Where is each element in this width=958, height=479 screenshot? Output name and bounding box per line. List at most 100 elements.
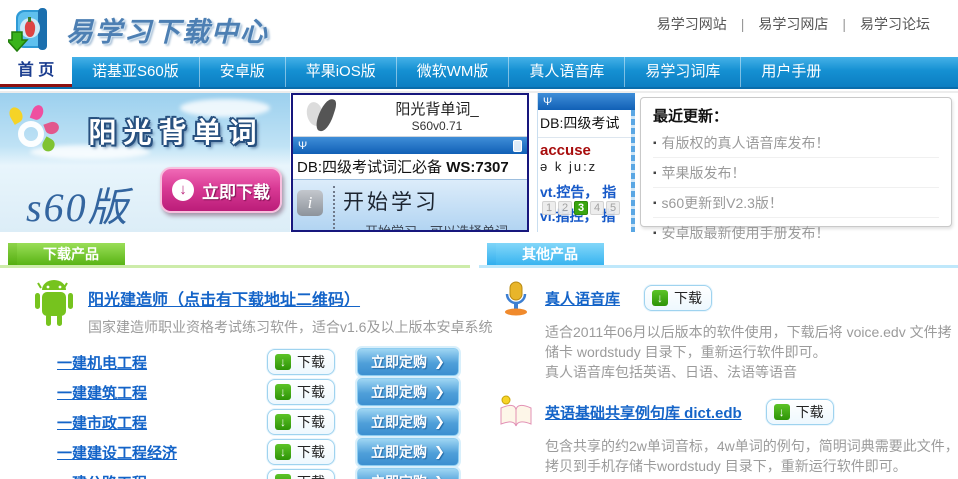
microphone-icon [497, 280, 535, 316]
download-arrow-icon: ↓ [652, 290, 668, 306]
download-arrow-icon: ↓ [275, 354, 291, 370]
other-product: 真人语音库 ↓下载 适合2011年06月以后版本的软件使用，下载后将 voice… [479, 280, 958, 382]
banner-title: 阳光背单词 [66, 111, 286, 151]
chevron-right-icon: ❯ [434, 414, 445, 430]
download-button[interactable]: ↓下载 [766, 399, 834, 425]
download-arrow-icon: ↓ [275, 384, 291, 400]
product-description: 国家建造师职业资格考试练习软件，适合v1.6及以上版本安卓系统 [88, 317, 492, 337]
recent-updates-panel: 最近更新： ▪有版权的真人语音库发布！ ▪苹果版发布！ ▪s60更新到V2.3版… [640, 97, 952, 227]
recent-update-item[interactable]: ▪s60更新到V2.3版！ [653, 188, 939, 218]
download-button[interactable]: ↓下载 [267, 439, 335, 465]
voice-library-link[interactable]: 真人语音库 [545, 288, 620, 309]
page-number[interactable]: 1 [542, 201, 556, 215]
sentence-library-link[interactable]: 英语基础共享例句库 dict.edb [545, 402, 742, 423]
nav-item-ios[interactable]: 苹果iOS版 [285, 57, 396, 87]
antenna-icon: Ψ [298, 140, 307, 152]
product-row: 一建公路工程 ↓下载 立即定购❯ [0, 467, 470, 479]
bullet-icon: ▪ [653, 228, 657, 239]
product-row: 一建机电工程 ↓下载 立即定购❯ [0, 347, 470, 377]
tab-download-products[interactable]: 下载产品 [17, 243, 125, 265]
page-header: 易学习下载中心 易学习网站 | 易学习网店 | 易学习论坛 [0, 0, 958, 57]
order-button[interactable]: 立即定购❯ [357, 348, 459, 376]
info-icon: i [297, 190, 323, 216]
chevron-right-icon: ❯ [434, 444, 445, 460]
battery-icon [513, 140, 522, 152]
word-phonetic: ə k ju:z [538, 159, 635, 180]
page-number[interactable]: 4 [590, 201, 604, 215]
app-header: 阳光背单词_ S60v0.71 [293, 95, 527, 137]
recent-update-item[interactable]: ▪苹果版发布！ [653, 158, 939, 188]
header-links: 易学习网站 | 易学习网店 | 易学习论坛 [643, 14, 944, 34]
order-button[interactable]: 立即定购❯ [357, 438, 459, 466]
tab-other-products[interactable]: 其他产品 [496, 243, 604, 265]
site-title: 易学习下载中心 [66, 10, 269, 49]
db-info-row: DB:四级考试词汇必备 WS:7307 [293, 154, 527, 179]
download-arrow-icon: ↓ [172, 179, 194, 201]
nav-item-s60[interactable]: 诺基亚S60版 [72, 57, 199, 87]
download-button[interactable]: ↓下载 [267, 349, 335, 375]
status-bar: Ψ [293, 137, 527, 154]
app-logo-icon [301, 98, 347, 134]
download-button[interactable]: ↓下载 [267, 469, 335, 479]
db-info-row: DB:四级考试 [538, 110, 635, 138]
product-link-builder[interactable]: 阳光建造师（点击有下载地址二维码） [88, 292, 360, 309]
product-description: 适合2011年06月以后版本的软件使用，下载后将 voice.edv 文件拷 储… [545, 322, 958, 382]
site-logo[interactable]: 易学习下载中心 [8, 4, 269, 54]
recent-update-item[interactable]: ▪有版权的真人语音库发布！ [653, 128, 939, 158]
sunshine-logo-icon [8, 107, 62, 157]
chevron-right-icon: ❯ [434, 474, 445, 479]
pagination: 1 2 3 4 5 [542, 201, 620, 215]
nav-item-dict[interactable]: 易学习词库 [624, 57, 740, 87]
scrollbar [631, 110, 635, 232]
promo-banner[interactable]: 阳光背单词 s60版 ↓ 立即下载 [0, 93, 290, 232]
page-number-active[interactable]: 3 [574, 201, 588, 215]
other-products-section: 其他产品 真人语音库 ↓下载 适合2011年06月以后版本的软件使用，下载后将 … [479, 243, 958, 479]
link-forum[interactable]: 易学习论坛 [846, 14, 944, 34]
link-shop[interactable]: 易学习网店 [744, 14, 842, 34]
banner-download-button[interactable]: ↓ 立即下载 [160, 167, 282, 213]
antenna-icon: Ψ [543, 96, 552, 108]
menu-item-label: 开始学习 [343, 186, 508, 216]
product-link[interactable]: 一建建筑工程 [57, 382, 267, 403]
product-row: 一建建筑工程 ↓下载 立即定购❯ [0, 377, 470, 407]
download-button[interactable]: ↓下载 [267, 379, 335, 405]
nav-item-home[interactable]: 首 页 [0, 57, 72, 87]
status-bar: Ψ [538, 93, 635, 110]
product-link[interactable]: 一建公路工程 [57, 472, 267, 479]
bullet-icon: ▪ [653, 198, 657, 209]
download-arrow-icon: ↓ [275, 474, 291, 479]
android-icon [30, 280, 78, 330]
order-button[interactable]: 立即定购❯ [357, 468, 459, 479]
word-count: WS:7307 [446, 159, 509, 176]
app-version: S60v0.71 [347, 119, 527, 133]
other-product: 英语基础共享例句库 dict.edb ↓下载 包含共享的约2w单词音标，4w单词… [479, 394, 958, 479]
download-arrow-icon: ↓ [275, 444, 291, 460]
product-link[interactable]: 一建机电工程 [57, 352, 267, 373]
page-number[interactable]: 2 [558, 201, 572, 215]
product-link[interactable]: 一建建设工程经济 [57, 442, 267, 463]
page-number[interactable]: 5 [606, 201, 620, 215]
nav-item-wm[interactable]: 微软WM版 [396, 57, 509, 87]
link-website[interactable]: 易学习网站 [643, 14, 741, 34]
main-nav: 首 页 诺基亚S60版 安卓版 苹果iOS版 微软WM版 真人语音库 易学习词库… [0, 57, 958, 89]
app-screenshot-main: 阳光背单词_ S60v0.71 Ψ DB:四级考试词汇必备 WS:7307 i … [291, 93, 529, 232]
product-link[interactable]: 一建市政工程 [57, 412, 267, 433]
example-book-icon [497, 394, 535, 430]
recent-updates-title: 最近更新： [653, 105, 939, 126]
nav-item-manual[interactable]: 用户手册 [740, 57, 841, 87]
selected-menu-item[interactable]: i 开始学习 开始学习，可以选择单词 [293, 179, 527, 232]
download-button[interactable]: ↓下载 [644, 285, 712, 311]
divider [333, 186, 335, 229]
tab-accent [8, 243, 17, 265]
bullet-icon: ▪ [653, 138, 657, 149]
chevron-right-icon: ❯ [434, 384, 445, 400]
product-row: 一建建设工程经济 ↓下载 立即定购❯ [0, 437, 470, 467]
nav-item-voice[interactable]: 真人语音库 [508, 57, 624, 87]
nav-item-android[interactable]: 安卓版 [199, 57, 285, 87]
download-arrow-icon: ↓ [275, 414, 291, 430]
product-description: 包含共享的约2w单词音标，4w单词的例句，简明词典需要此文件，下 拷贝到手机存储… [545, 436, 958, 479]
download-button[interactable]: ↓下载 [267, 409, 335, 435]
order-button[interactable]: 立即定购❯ [357, 408, 459, 436]
banner-edition: s60版 [26, 175, 130, 232]
order-button[interactable]: 立即定购❯ [357, 378, 459, 406]
